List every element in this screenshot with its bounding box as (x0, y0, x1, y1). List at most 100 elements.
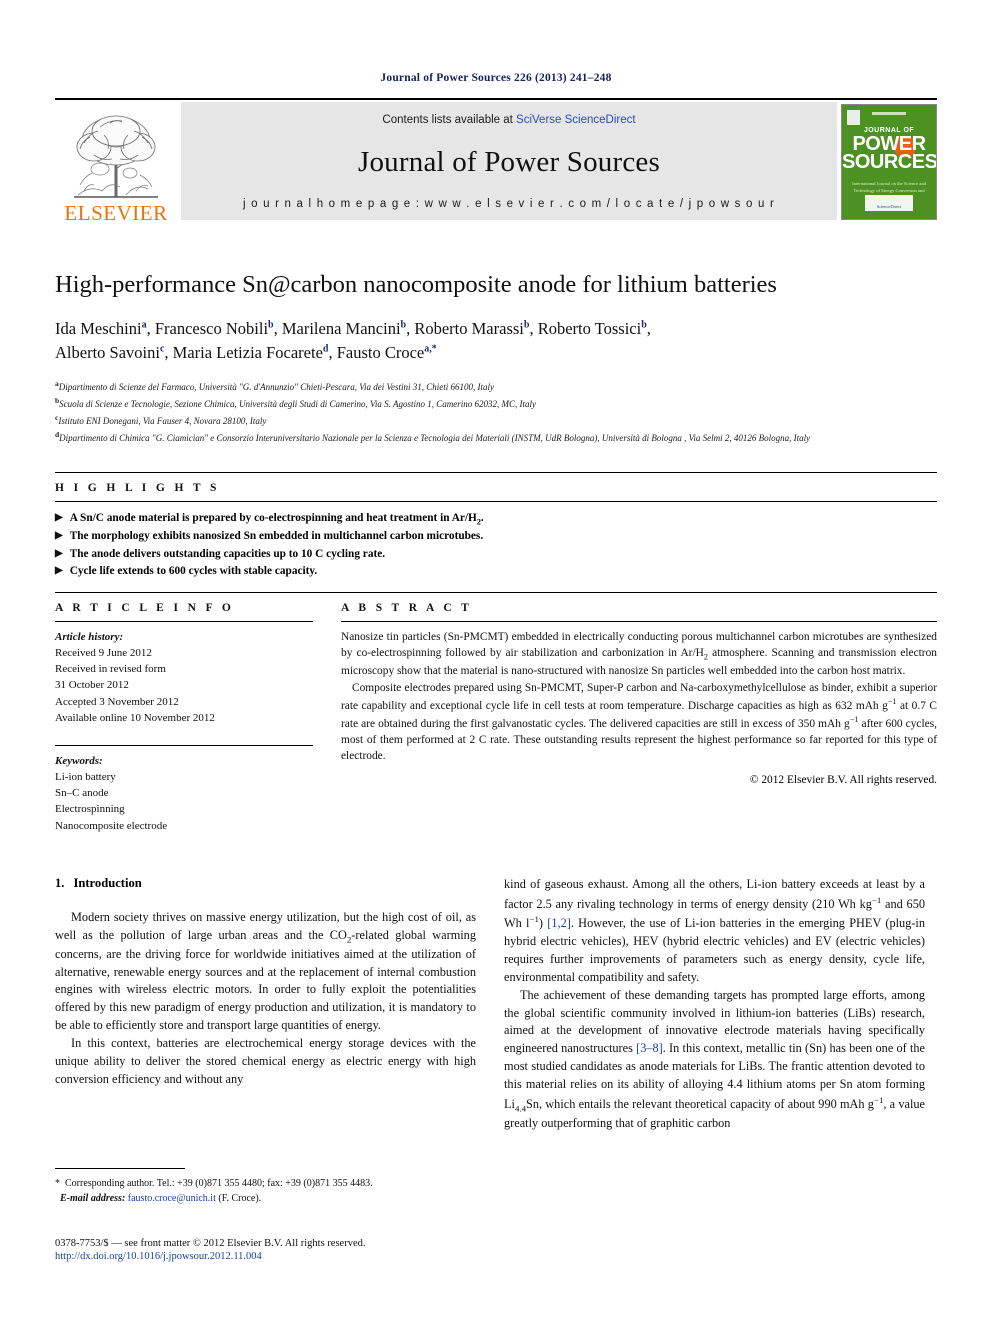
footnote-rule (55, 1168, 185, 1169)
elsevier-logo: ELSEVIER (55, 100, 177, 226)
keyword-item: Li-ion battery (55, 771, 116, 784)
cover-sources-label: SOURCES (842, 151, 937, 174)
affiliation-item: aDipartimento di Scienze del Farmaco, Un… (55, 378, 937, 395)
keyword-item: Nanocomposite electrode (55, 819, 168, 832)
body-columns: 1. Introduction Modern society thrives on… (55, 876, 937, 1133)
info-abstract-row: A R T I C L E I N F O Article history: R… (55, 593, 937, 834)
intro-left-text: Modern society thrives on massive energy… (55, 909, 476, 1089)
journal-masthead: ELSEVIER Contents lists available at Sci… (55, 98, 937, 226)
author-affil-marker: b (400, 319, 407, 331)
journal-cover-thumbnail: JOURNAL OF POWER SOURCES International J… (841, 104, 937, 220)
author-name[interactable]: Alberto Savoini (55, 343, 160, 362)
page-footer: 0378-7753/$ — see front matter © 2012 El… (55, 1238, 555, 1262)
affiliation-text: Dipartimento di Scienze del Farmaco, Uni… (58, 382, 495, 393)
affiliation-text: Dipartimento di Chimica "G. Ciamician" e… (59, 432, 811, 443)
author-name[interactable]: Fausto Croce (337, 343, 425, 362)
keywords-block: Keywords: Li-ion battery Sn–C anode Elec… (55, 746, 313, 834)
author-name[interactable]: Ida Meschini (55, 319, 142, 338)
history-item: Received 9 June 2012 (55, 647, 152, 660)
paragraph: Modern society thrives on massive energy… (55, 909, 476, 1033)
doi-link[interactable]: http://dx.doi.org/10.1016/j.jpowsour.201… (55, 1251, 555, 1262)
author-affil-marker: b (268, 319, 274, 331)
author-name[interactable]: Maria Letizia Focarete (173, 343, 323, 362)
affiliation-text: Istituto ENI Donegani, Via Fauser 4, Nov… (58, 416, 267, 426)
cover-footer-box-label: ScienceDirect (876, 204, 902, 209)
paragraph: In this context, batteries are electroch… (55, 1035, 476, 1086)
highlight-text: The morphology exhibits nanosized Sn emb… (69, 530, 484, 543)
contents-list-prefix: Contents lists available at (382, 114, 517, 126)
elsevier-wordmark: ELSEVIER (64, 201, 168, 225)
issn-copyright-line: 0378-7753/$ — see front matter © 2012 El… (55, 1238, 366, 1249)
journal-title: Journal of Power Sources (358, 145, 660, 178)
author-affil-marker: b (523, 319, 530, 331)
journal-homepage-url[interactable]: j o u r n a l h o m e p a g e : w w w . … (243, 198, 775, 210)
cover-title-block: POWER SOURCES (842, 134, 937, 174)
author-list: Ida Meschinia, Francesco Nobilib, Marile… (55, 318, 651, 363)
footnote-corresponding-text: Corresponding author. Tel.: +39 (0)871 3… (65, 1178, 373, 1189)
abstract-copyright: © 2012 Elsevier B.V. All rights reserved… (749, 773, 937, 786)
article-history-block: Article history: Received 9 June 2012 Re… (55, 622, 313, 726)
highlights-heading: H I G H L I G H T S (55, 481, 220, 494)
citation-link[interactable]: [1,2] (547, 917, 571, 931)
sciencedirect-link[interactable]: SciVerse ScienceDirect (516, 114, 636, 126)
body-column-left: 1. Introduction Modern society thrives on… (55, 876, 476, 1133)
abstract-paragraph: Composite electrodes prepared using Sn-P… (341, 681, 937, 763)
author-name[interactable]: Marilena Mancini (282, 319, 401, 338)
history-item: Received in revised form (55, 663, 166, 676)
highlight-text: Cycle life extends to 600 cycles with st… (69, 564, 318, 577)
contents-list-line: Contents lists available at SciVerse Sci… (382, 114, 635, 126)
paragraph: The achievement of these demanding targe… (504, 987, 926, 1131)
abstract-paragraph: Nanosize tin particles (Sn-PMCMT) embedd… (341, 630, 937, 678)
section-number: 1. (55, 875, 65, 890)
highlight-item: ▶ A Sn/C anode material is prepared by c… (55, 510, 937, 529)
affiliation-list: aDipartimento di Scienze del Farmaco, Un… (55, 378, 937, 446)
abstract-heading: A B S T R A C T (341, 601, 473, 614)
section-heading-introduction: 1. Introduction (55, 876, 476, 891)
body-column-right: kind of gaseous exhaust. Among all the o… (504, 876, 925, 1133)
footnote-star-marker: * (55, 1178, 60, 1189)
author-affil-marker: a (141, 319, 147, 331)
highlight-text: The anode delivers outstanding capacitie… (69, 547, 386, 560)
triangle-bullet-icon: ▶ (55, 564, 63, 576)
footnote-email-line: E-mail address: fausto.croce@unich.it (F… (55, 1191, 476, 1206)
email-suffix: (F. Croce). (215, 1193, 262, 1204)
keyword-item: Electrospinning (55, 803, 125, 816)
highlights-list: ▶ A Sn/C anode material is prepared by c… (55, 502, 937, 592)
affiliation-item: dDipartimento di Chimica "G. Ciamician" … (55, 429, 937, 446)
author-affil-marker: c (159, 343, 165, 355)
triangle-bullet-icon: ▶ (55, 511, 63, 523)
author-affil-marker: b (641, 319, 647, 331)
author-affil-marker: d (322, 343, 329, 355)
history-item: Available online 10 November 2012 (55, 711, 215, 724)
author-name[interactable]: Francesco Nobili (155, 319, 268, 338)
triangle-bullet-icon: ▶ (55, 530, 63, 542)
article-info-heading: A R T I C L E I N F O (55, 601, 235, 614)
author-name[interactable]: Roberto Tossici (538, 319, 642, 338)
author-name[interactable]: Roberto Marassi (414, 319, 524, 338)
history-item: 31 October 2012 (55, 679, 129, 692)
article-page: Journal of Power Sources 226 (2013) 241–… (0, 0, 992, 1323)
affiliation-item: cIstituto ENI Donegani, Via Fauser 4, No… (55, 412, 937, 429)
section-title: Introduction (73, 875, 142, 890)
highlight-item: ▶ The morphology exhibits nanosized Sn e… (55, 528, 937, 545)
corresponding-author-footnote: * Corresponding author. Tel.: +39 (0)871 … (55, 1168, 476, 1206)
abstract-body: Nanosize tin particles (Sn-PMCMT) embedd… (341, 622, 937, 765)
highlight-item: ▶ The anode delivers outstanding capacit… (55, 546, 937, 563)
affiliation-item: bScuola di Scienze e Tecnologie, Sezione… (55, 395, 937, 412)
abstract-column: A B S T R A C T Nanosize tin particles (… (341, 593, 937, 834)
cover-elsevier-icon (847, 110, 860, 125)
article-history-label: Article history: (55, 630, 124, 643)
highlight-text: A Sn/C anode material is prepared by co-… (69, 511, 484, 527)
triangle-bullet-icon: ▶ (55, 547, 63, 559)
history-item: Accepted 3 November 2012 (55, 695, 179, 708)
email-link[interactable]: fausto.croce@unich.it (128, 1193, 216, 1204)
article-info-column: A R T I C L E I N F O Article history: R… (55, 593, 313, 834)
citation-link[interactable]: [3–8] (636, 1041, 663, 1055)
intro-right-text: kind of gaseous exhaust. Among all the o… (504, 876, 925, 1133)
keywords-label: Keywords: (55, 754, 103, 767)
elsevier-tree-icon (64, 111, 168, 203)
article-title: High-performance Sn@carbon nanocomposite… (55, 271, 777, 298)
cover-footer-box: ScienceDirect (865, 195, 913, 211)
email-address-label: E-mail address: (60, 1193, 126, 1204)
